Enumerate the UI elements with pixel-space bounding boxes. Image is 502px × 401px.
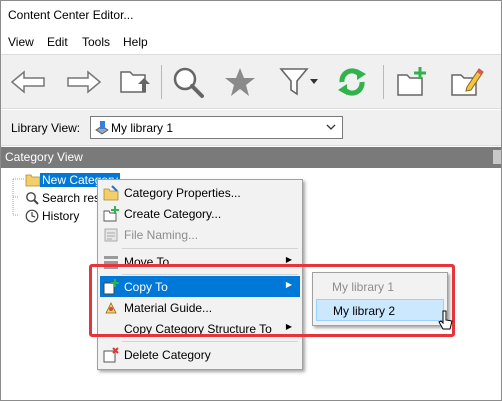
favorite-star-icon [225, 68, 255, 96]
category-view-label: Category View [5, 150, 83, 164]
menu-separator [122, 248, 298, 249]
menu-item-category-properties[interactable]: Category Properties... [100, 182, 300, 203]
menu-item-label: File Naming... [124, 228, 199, 242]
menu-item-create-category[interactable]: Create Category... [100, 203, 300, 224]
forward-button[interactable] [63, 63, 103, 101]
arrow-left-icon [10, 70, 45, 94]
menu-help[interactable]: Help [123, 35, 148, 49]
toolbar-separator [383, 65, 384, 99]
tree-item-history[interactable]: History [25, 208, 105, 224]
category-properties-icon [103, 185, 119, 201]
menu-bar: View Edit Tools Help [1, 31, 501, 53]
chevron-down-icon [326, 124, 336, 130]
clock-icon [25, 209, 39, 223]
new-category-button[interactable] [393, 63, 433, 101]
tree-item-search-results[interactable]: Search resu [25, 190, 107, 206]
library-view-value: My library 1 [111, 121, 174, 135]
edit-category-button[interactable] [447, 63, 487, 101]
folder-up-icon [120, 71, 150, 93]
library-view-label: Library View: [11, 121, 81, 135]
filter-icon [279, 68, 309, 96]
toolbar-separator [161, 65, 162, 99]
arrow-right-icon [67, 70, 102, 94]
search-button[interactable] [168, 63, 208, 101]
library-icon [95, 121, 109, 135]
content-center-editor-window: Content Center Editor... View Edit Tools… [0, 0, 502, 401]
library-view-select[interactable]: My library 1 [90, 116, 343, 139]
refresh-icon [338, 68, 366, 96]
annotation-highlight-box [89, 264, 455, 337]
tree-item-label: History [42, 209, 80, 223]
folder-icon [25, 174, 41, 187]
menu-item-file-naming[interactable]: File Naming... [100, 224, 300, 245]
menu-item-label: Category Properties... [124, 186, 241, 200]
create-category-icon [103, 206, 119, 222]
menu-item-label: Create Category... [124, 207, 222, 221]
mouse-cursor-icon [438, 310, 453, 330]
category-view-header: Category View [1, 147, 501, 168]
file-naming-icon [104, 228, 118, 242]
favorites-button[interactable] [220, 63, 260, 101]
edit-category-icon [451, 68, 484, 96]
chevron-down-icon [310, 79, 318, 84]
back-button[interactable] [9, 63, 49, 101]
title-bar: Content Center Editor... [1, 1, 501, 31]
library-view-bar: Library View: My library 1 [1, 110, 501, 146]
window-title: Content Center Editor... [8, 8, 134, 22]
menu-separator [122, 341, 298, 342]
submenu-arrow-icon: ▶ [285, 255, 292, 264]
menu-tools[interactable]: Tools [82, 35, 110, 49]
search-icon [26, 192, 39, 205]
menu-edit[interactable]: Edit [47, 35, 68, 49]
menu-item-delete-category[interactable]: Delete Category [100, 344, 300, 365]
filter-dropdown-button[interactable] [307, 63, 321, 101]
delete-category-icon [103, 347, 119, 363]
toolbar [1, 54, 501, 109]
menu-view[interactable]: View [8, 35, 34, 49]
menu-item-label: Delete Category [124, 348, 211, 362]
category-view-scroll-button[interactable] [493, 150, 501, 164]
new-category-icon [397, 67, 426, 96]
parent-folder-button[interactable] [115, 63, 155, 101]
refresh-button[interactable] [332, 63, 372, 101]
search-icon [173, 67, 204, 98]
